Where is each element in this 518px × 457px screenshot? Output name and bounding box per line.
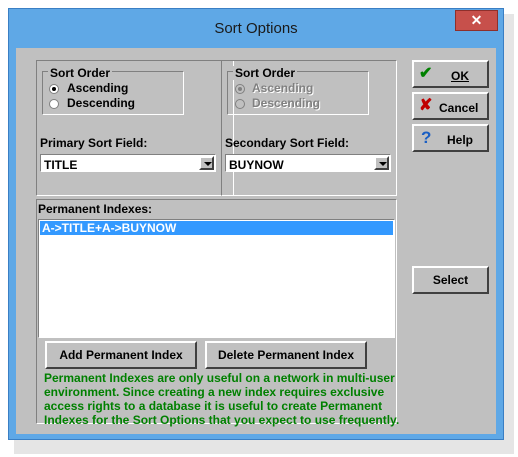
title-bar[interactable]: Sort Options ✕: [9, 9, 503, 47]
primary-sort-order-label: Sort Order: [48, 66, 113, 80]
cancel-button[interactable]: ✘ Cancel: [412, 92, 489, 120]
close-button[interactable]: ✕: [455, 10, 498, 31]
sort-options-window: Sort Options ✕ Sort Order Ascending Desc…: [8, 8, 504, 440]
primary-sort-field-label: Primary Sort Field:: [40, 136, 148, 150]
secondary-descending-label: Descending: [252, 96, 321, 110]
primary-sort-field-value: TITLE: [44, 158, 78, 172]
secondary-ascending-radio: [235, 84, 245, 94]
secondary-descending-radio: [235, 99, 245, 109]
secondary-dropdown-button[interactable]: [374, 156, 389, 170]
help-button[interactable]: ? Help: [412, 124, 489, 152]
close-icon: ✕: [470, 12, 483, 28]
ok-label: OK: [451, 69, 469, 83]
select-button[interactable]: Select: [412, 266, 489, 294]
secondary-sort-field-value: BUYNOW: [229, 158, 284, 172]
help-label: Help: [447, 133, 474, 147]
chevron-down-icon: [204, 162, 212, 166]
permanent-indexes-label: Permanent Indexes:: [38, 202, 153, 216]
add-permanent-index-button[interactable]: Add Permanent Index: [45, 341, 197, 369]
question-mark-icon: ?: [421, 128, 432, 147]
x-icon: ✘: [419, 97, 433, 114]
chevron-down-icon: [379, 162, 387, 166]
secondary-ascending-label: Ascending: [252, 81, 314, 95]
delete-permanent-index-button[interactable]: Delete Permanent Index: [205, 341, 367, 369]
secondary-sort-field-label: Secondary Sort Field:: [225, 136, 350, 150]
add-permanent-index-label: Add Permanent Index: [59, 348, 183, 362]
primary-dropdown-button[interactable]: [199, 156, 214, 170]
note-line: environment. Since creating a new index …: [44, 385, 385, 399]
window-title: Sort Options: [214, 20, 298, 37]
select-label: Select: [432, 273, 469, 287]
primary-ascending-label[interactable]: Ascending: [67, 81, 128, 95]
note-line: Indexes for the Sort Options that you ex…: [44, 413, 400, 427]
list-item[interactable]: A->TITLE+A->BUYNOW: [40, 221, 393, 235]
primary-ascending-radio[interactable]: [49, 84, 59, 94]
primary-descending-radio[interactable]: [49, 99, 59, 109]
secondary-sort-order-label: Sort Order: [233, 66, 298, 80]
note-line: Permanent Indexes are only useful on a n…: [44, 371, 395, 385]
permanent-indexes-list[interactable]: A->TITLE+A->BUYNOW: [38, 219, 395, 338]
permanent-index-note: Permanent Indexes are only useful on a n…: [44, 371, 414, 427]
checkmark-icon: ✔: [419, 65, 433, 82]
ok-button[interactable]: ✔ OK: [412, 60, 489, 88]
cancel-label: Cancel: [439, 101, 479, 115]
secondary-sort-field-select[interactable]: BUYNOW: [225, 154, 391, 172]
primary-sort-field-select[interactable]: TITLE: [40, 154, 216, 172]
dialog-client-area: Sort Order Ascending Descending Primary …: [16, 48, 496, 434]
delete-permanent-index-label: Delete Permanent Index: [217, 348, 355, 362]
primary-descending-label[interactable]: Descending: [67, 96, 135, 110]
note-line: access rights to a database it is useful…: [44, 399, 383, 413]
